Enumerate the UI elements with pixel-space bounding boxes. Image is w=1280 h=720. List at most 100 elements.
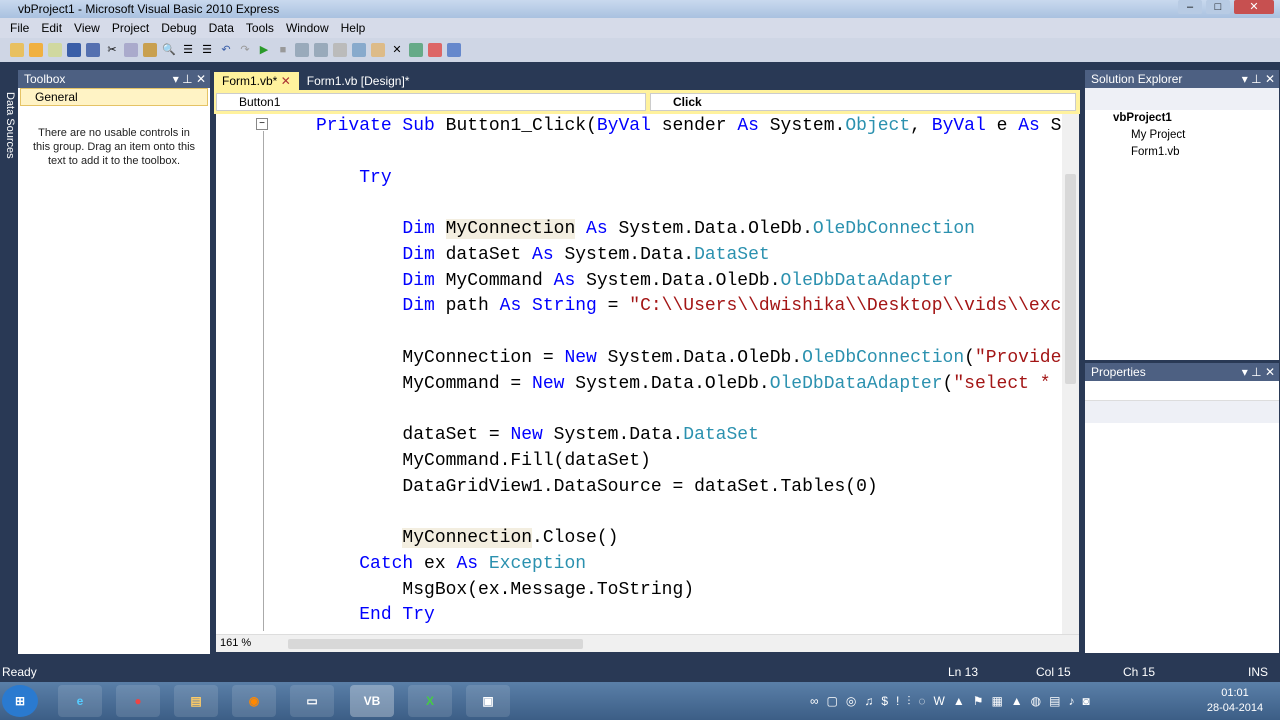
clock-time: 01:01 bbox=[1221, 687, 1249, 699]
code-token: Dim bbox=[272, 296, 446, 317]
pane-controls-icon[interactable]: ▾ ⊥ ✕ bbox=[173, 70, 210, 88]
zoom-level[interactable]: 161 % bbox=[220, 637, 251, 649]
close-button[interactable]: ✕ bbox=[1234, 0, 1274, 14]
code-token: e bbox=[996, 116, 1019, 136]
save-icon[interactable] bbox=[67, 43, 81, 57]
code-token: MyCommand = bbox=[272, 373, 533, 394]
class-name-combo[interactable]: Button1 bbox=[216, 93, 646, 111]
code-token: Button1_Click( bbox=[445, 116, 597, 136]
code-token: System.Data.OleDb. bbox=[575, 373, 770, 394]
tree-item-my-project[interactable]: My Project bbox=[1085, 127, 1279, 144]
toolbox-group-general[interactable]: General bbox=[20, 88, 208, 106]
tab-form1-vb[interactable]: Form1.vb* ✕ bbox=[214, 72, 299, 90]
code-token: MyConnection bbox=[445, 219, 576, 239]
step-out-icon[interactable] bbox=[333, 43, 347, 57]
menu-window[interactable]: Window bbox=[280, 21, 335, 35]
clock[interactable]: 01:01 28-04-2014 bbox=[1200, 686, 1270, 716]
code-token: OleDbDataAdapter bbox=[780, 270, 954, 291]
code-token: ex bbox=[424, 553, 457, 574]
stop-icon[interactable]: ■ bbox=[276, 43, 290, 57]
code-token: New bbox=[564, 347, 608, 368]
code-token: Object bbox=[845, 116, 911, 136]
pane-controls-icon[interactable]: ▾ ⊥ ✕ bbox=[1242, 363, 1279, 381]
start-debugging-icon[interactable]: ▶ bbox=[257, 43, 271, 57]
clock-date: 28-04-2014 bbox=[1206, 702, 1264, 714]
app-icon[interactable]: ▭ bbox=[290, 685, 334, 717]
object-browser-icon[interactable] bbox=[409, 43, 423, 57]
recorder-icon[interactable]: ▣ bbox=[466, 685, 510, 717]
window-title: vbProject1 - Microsoft Visual Basic 2010… bbox=[18, 2, 280, 16]
explorer-icon[interactable]: ▤ bbox=[174, 685, 218, 717]
code-token: New bbox=[510, 425, 554, 445]
paste-icon[interactable] bbox=[143, 43, 157, 57]
firefox-icon[interactable]: ◉ bbox=[232, 685, 276, 717]
method-name-combo[interactable]: Click bbox=[650, 93, 1076, 111]
ie-icon[interactable]: e bbox=[58, 685, 102, 717]
code-editor[interactable]: − Private Sub Button1_Click(ByVal sender… bbox=[216, 114, 1062, 634]
close-tab-icon[interactable]: ✕ bbox=[281, 74, 291, 88]
menu-debug[interactable]: Debug bbox=[155, 21, 202, 35]
code-token: OleDbConnection bbox=[802, 347, 965, 368]
menu-edit[interactable]: Edit bbox=[35, 21, 68, 35]
object-selector[interactable] bbox=[1085, 381, 1279, 401]
redo-icon[interactable]: ↷ bbox=[238, 43, 252, 57]
toolbox-icon[interactable]: ✕ bbox=[390, 43, 404, 57]
vertical-scrollbar[interactable] bbox=[1062, 114, 1079, 634]
code-line: MyCommand.Fill(dataSet) bbox=[273, 449, 1062, 475]
step-over-icon[interactable] bbox=[314, 43, 328, 57]
error-list-icon[interactable] bbox=[428, 43, 442, 57]
menu-project[interactable]: Project bbox=[106, 21, 155, 35]
tab-form1-design[interactable]: Form1.vb [Design]* bbox=[299, 72, 418, 90]
code-token: Dim bbox=[272, 219, 446, 239]
code-token: S bbox=[1050, 116, 1062, 136]
code-line: MyCommand = New System.Data.OleDb.OleDbD… bbox=[273, 372, 1062, 398]
cut-icon[interactable]: ✂ bbox=[105, 43, 119, 57]
solution-explorer-title: Solution Explorer bbox=[1091, 72, 1183, 86]
horizontal-scrollbar-thumb[interactable] bbox=[288, 639, 583, 649]
menu-help[interactable]: Help bbox=[335, 21, 372, 35]
undo-icon[interactable]: ↶ bbox=[219, 43, 233, 57]
code-line: Catch ex As Exception bbox=[273, 552, 1062, 578]
code-token: System. bbox=[769, 116, 846, 136]
open-icon[interactable] bbox=[29, 43, 43, 57]
code-token: As bbox=[532, 244, 565, 265]
code-token: System.Data.OleDb. bbox=[607, 347, 803, 368]
title-bar: vbProject1 - Microsoft Visual Basic 2010… bbox=[0, 0, 1280, 18]
tree-item-form1[interactable]: Form1.vb bbox=[1085, 144, 1279, 161]
step-into-icon[interactable] bbox=[295, 43, 309, 57]
tab-label: Form1.vb* bbox=[222, 74, 278, 88]
menu-tools[interactable]: Tools bbox=[240, 21, 280, 35]
tree-item-project[interactable]: vbProject1 bbox=[1085, 110, 1279, 127]
copy-icon[interactable] bbox=[124, 43, 138, 57]
minimize-button[interactable]: – bbox=[1178, 0, 1202, 14]
menu-view[interactable]: View bbox=[68, 21, 106, 35]
excel-icon[interactable]: X bbox=[408, 685, 452, 717]
comment-icon[interactable]: ☰ bbox=[181, 43, 195, 57]
start-button[interactable]: ⊞ bbox=[2, 685, 38, 717]
start-page-icon[interactable] bbox=[447, 43, 461, 57]
code-token: DataSet bbox=[683, 425, 759, 445]
code-token: = bbox=[596, 296, 630, 317]
pane-controls-icon[interactable]: ▾ ⊥ ✕ bbox=[1242, 70, 1279, 88]
chrome-icon[interactable]: ● bbox=[116, 685, 160, 717]
code-token: As bbox=[456, 553, 489, 574]
visual-basic-icon[interactable]: VB bbox=[350, 685, 394, 717]
properties-icon[interactable] bbox=[371, 43, 385, 57]
status-ready: Ready bbox=[2, 665, 37, 679]
add-item-icon[interactable] bbox=[48, 43, 62, 57]
menu-file[interactable]: File bbox=[4, 21, 35, 35]
solution-explorer-icon[interactable] bbox=[352, 43, 366, 57]
find-icon[interactable]: 🔍 bbox=[162, 43, 176, 57]
save-all-icon[interactable] bbox=[86, 43, 100, 57]
code-token: dataSet = bbox=[272, 425, 511, 445]
new-project-icon[interactable] bbox=[10, 43, 24, 57]
code-line: Dim path As String = "C:\\Users\\dwishik… bbox=[273, 294, 1062, 320]
system-tray-icons[interactable]: ∞▢◎♫$!⫶◌W▲⚑▦▲◍▤♪◙ bbox=[810, 694, 1098, 709]
menu-bar: File Edit View Project Debug Data Tools Window H… bbox=[0, 18, 1280, 38]
menu-data[interactable]: Data bbox=[203, 21, 240, 35]
collapse-icon[interactable]: − bbox=[256, 118, 268, 130]
data-sources-tab[interactable]: Data Sources bbox=[0, 70, 16, 652]
uncomment-icon[interactable]: ☰ bbox=[200, 43, 214, 57]
code-token: ( bbox=[942, 373, 954, 394]
maximize-button[interactable]: □ bbox=[1206, 0, 1230, 14]
